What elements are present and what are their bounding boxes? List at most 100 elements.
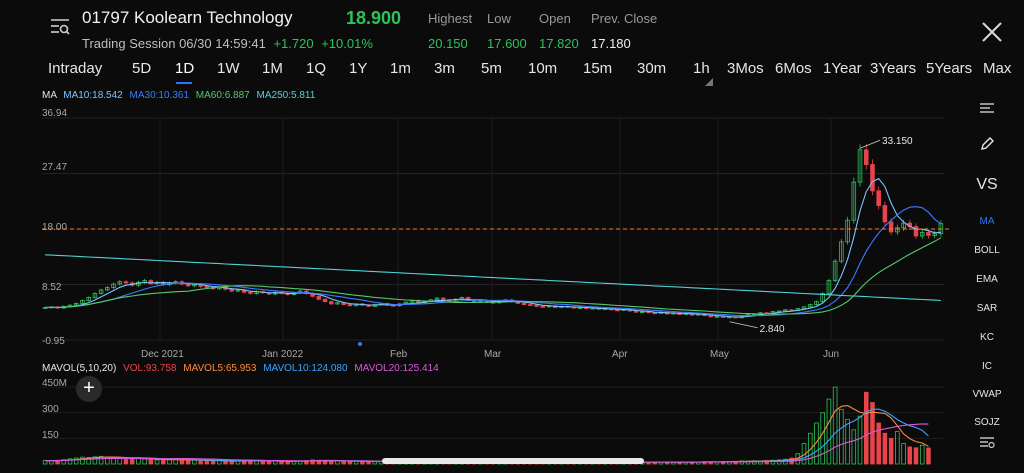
stock-name: 01797 Koolearn Technology [82, 8, 293, 27]
candle [615, 309, 620, 312]
tab-15min[interactable]: 15m [583, 60, 612, 77]
candle [888, 221, 894, 233]
indicator-ic[interactable]: IC [960, 361, 1014, 372]
session-time: Trading Session 06/30 14:59:41 [82, 36, 266, 51]
indicator-vwap[interactable]: VWAP [960, 389, 1014, 400]
candle [229, 288, 234, 292]
tab-6mos[interactable]: 6Mos [775, 60, 812, 77]
ma60-line [45, 237, 942, 315]
min-price-label: 2.840 [760, 324, 785, 335]
volume-bar [179, 459, 185, 465]
volume-bar [198, 460, 203, 465]
tab-5years[interactable]: 5Years [926, 60, 972, 77]
volume-bar [857, 415, 863, 465]
vol-value: VOL:93.758 [123, 363, 177, 374]
price-change-pct: +10.01% [321, 36, 373, 51]
menu-search-icon[interactable] [50, 16, 70, 36]
tab-10min[interactable]: 10m [528, 60, 557, 77]
close-icon[interactable] [980, 20, 1004, 44]
vol-tick-label: 450M [42, 378, 67, 389]
low-value: 17.600 [487, 36, 527, 51]
tab-3min[interactable]: 3m [434, 60, 455, 77]
candle [534, 304, 539, 307]
volume-legend[interactable]: MAVOL(5,10,20) VOL:93.758 MAVOL5:65.953 … [42, 363, 439, 374]
y-tick-label: 36.94 [42, 108, 67, 119]
home-indicator [382, 458, 644, 464]
prev-close-label: Prev. Close [591, 11, 658, 26]
indicator-boll[interactable]: BOLL [960, 245, 1014, 256]
x-label: May [710, 349, 729, 360]
volume-bar [832, 386, 838, 465]
tab-5min[interactable]: 5m [481, 60, 502, 77]
x-axis-labels: Dec 2021 Jan 2022 Feb Mar Apr May Jun [141, 349, 839, 360]
volume-bar [888, 437, 894, 465]
indicator-sar[interactable]: SAR [960, 303, 1014, 314]
candle [870, 164, 875, 192]
x-label: Dec 2021 [141, 349, 184, 360]
volume-bar [266, 460, 272, 465]
indicator-kc[interactable]: KC [960, 332, 1014, 343]
tab-3mos[interactable]: 3Mos [727, 60, 764, 77]
tab-max[interactable]: Max [983, 60, 1011, 77]
candle [882, 205, 888, 223]
volume-bar [926, 447, 931, 465]
event-dot[interactable] [358, 342, 362, 346]
pencil-icon[interactable] [979, 136, 995, 152]
volume-grid [42, 386, 944, 439]
mavol5-value: MAVOL5:65.953 [183, 363, 257, 374]
volume-bar [335, 460, 340, 465]
x-label: Feb [390, 349, 408, 360]
max-price-label: 33.150 [882, 136, 913, 147]
volume-bars [42, 386, 931, 465]
highest-value: 20.150 [428, 36, 468, 51]
price-chart[interactable]: 36.94 27.47 18.00 8.52 -0.95 Dec 2021 Ja… [0, 100, 960, 362]
volume-bar [913, 447, 919, 465]
indicator-sojz[interactable]: SOJZ [960, 417, 1014, 426]
tab-1min[interactable]: 1m [390, 60, 411, 77]
tab-intraday[interactable]: Intraday [48, 60, 102, 77]
volume-chart[interactable]: 450M 300 150 [0, 374, 960, 466]
candle [347, 304, 353, 307]
volume-bar [204, 460, 210, 465]
tab-1y[interactable]: 1Y [349, 60, 367, 77]
tab-5d[interactable]: 5D [132, 60, 151, 77]
volume-bar [341, 460, 346, 465]
tab-1q[interactable]: 1Q [306, 60, 326, 77]
price-change: +1.720 [273, 36, 314, 51]
tab-30min[interactable]: 30m [637, 60, 666, 77]
tab-3years[interactable]: 3Years [870, 60, 916, 77]
tab-1d[interactable]: 1D [175, 60, 194, 77]
indicator-ema[interactable]: EMA [960, 274, 1014, 285]
prev-close-value: 17.180 [591, 36, 631, 51]
candle [440, 297, 446, 301]
min-marker-line [729, 321, 758, 329]
tab-1m-month[interactable]: 1M [262, 60, 283, 77]
tab-1h[interactable]: 1h [693, 60, 710, 77]
y-tick-label: 18.00 [42, 222, 67, 233]
candles [42, 144, 944, 319]
mavol10-value: MAVOL10:124.080 [263, 363, 348, 374]
volume-bar [919, 444, 925, 465]
volume-bar [260, 460, 266, 465]
list-settings-icon[interactable] [979, 102, 995, 116]
candle [528, 304, 533, 306]
tab-more-corner-icon [705, 78, 713, 86]
candle [708, 315, 713, 318]
active-tab-indicator [176, 82, 192, 84]
x-label: Mar [484, 349, 502, 360]
compare-vs-button[interactable]: VS [960, 176, 1014, 194]
volume-bar [901, 443, 906, 465]
tab-1year[interactable]: 1Year [823, 60, 862, 77]
volume-bar [285, 461, 290, 465]
volume-bar [826, 398, 832, 465]
volume-bar [136, 458, 141, 465]
indicator-settings-icon[interactable] [979, 436, 995, 450]
mavol-title: MAVOL(5,10,20) [42, 363, 117, 374]
candle [652, 312, 658, 315]
tab-1w[interactable]: 1W [217, 60, 240, 77]
candle [540, 305, 546, 308]
candle [876, 190, 881, 206]
add-indicator-button[interactable]: + [76, 376, 102, 402]
open-value: 17.820 [539, 36, 579, 51]
indicator-ma[interactable]: MA [960, 216, 1014, 227]
